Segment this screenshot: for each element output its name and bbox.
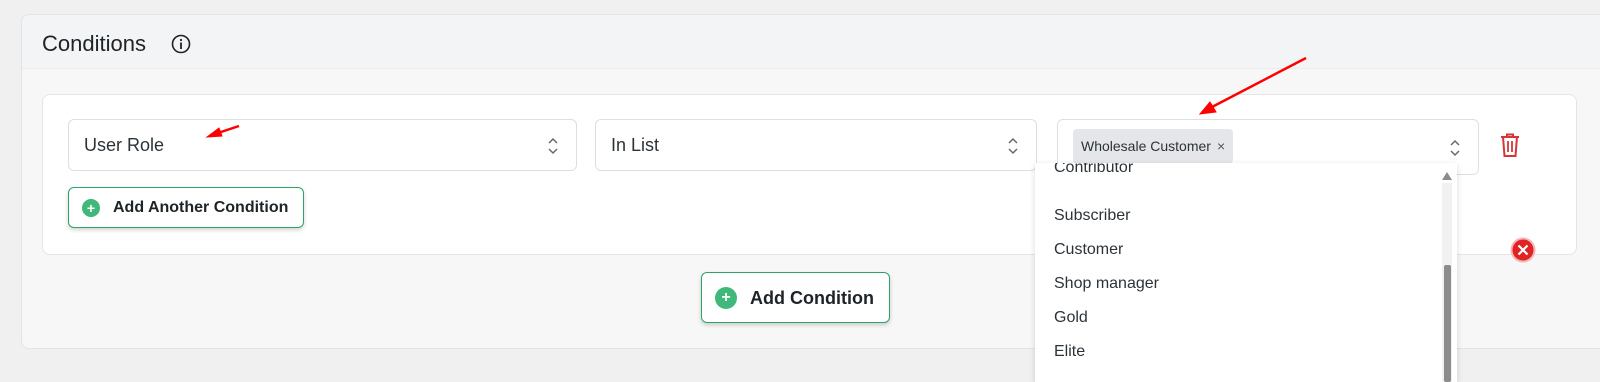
- dropdown-option[interactable]: Subscriber: [1054, 207, 1130, 225]
- add-another-condition-label: Add Another Condition: [113, 199, 289, 216]
- close-circle-icon[interactable]: [1510, 237, 1536, 263]
- panel-header: Conditions: [22, 15, 1600, 69]
- scroll-up-arrow-icon[interactable]: [1441, 171, 1453, 181]
- dropdown-scrollbar-thumb[interactable]: [1444, 265, 1451, 382]
- tag-remove-icon[interactable]: ×: [1217, 138, 1225, 154]
- chevron-updown-icon: [1450, 139, 1460, 157]
- chevron-updown-icon: [1008, 137, 1018, 155]
- add-condition-label: Add Condition: [750, 288, 874, 308]
- info-icon[interactable]: [171, 34, 191, 54]
- dropdown-option[interactable]: Customer: [1054, 241, 1123, 259]
- dropdown-option[interactable]: Elite: [1054, 343, 1085, 361]
- selected-tag: Wholesale Customer ×: [1073, 129, 1234, 164]
- dropdown-option[interactable]: Gold: [1054, 309, 1088, 327]
- value-dropdown-list: Contributor Subscriber Customer Shop man…: [1035, 163, 1457, 382]
- operator-select-value: In List: [611, 135, 660, 155]
- add-condition-button[interactable]: + Add Condition: [701, 272, 890, 323]
- plus-circle-icon: +: [715, 287, 737, 309]
- dropdown-option[interactable]: Shop manager: [1054, 275, 1159, 293]
- field-select[interactable]: User Role: [68, 119, 577, 171]
- panel-title: Conditions: [42, 31, 146, 56]
- add-another-condition-button[interactable]: + Add Another Condition: [68, 187, 304, 228]
- operator-select[interactable]: In List: [595, 119, 1037, 171]
- plus-circle-icon: +: [82, 199, 100, 217]
- selected-tag-label: Wholesale Customer: [1081, 138, 1211, 154]
- dropdown-option[interactable]: Contributor: [1054, 163, 1133, 177]
- field-select-value: User Role: [84, 135, 165, 155]
- chevron-updown-icon: [548, 137, 558, 155]
- trash-icon[interactable]: [1499, 132, 1521, 158]
